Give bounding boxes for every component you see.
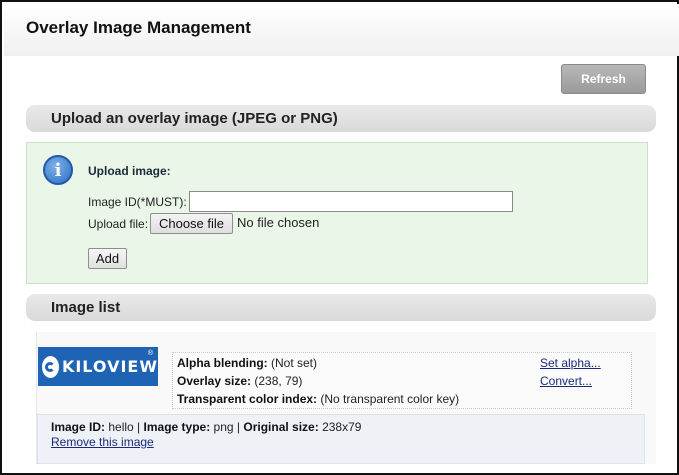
image-detail-line: Image ID: hello | Image type: png | Orig… — [51, 420, 361, 434]
upload-section-header: Upload an overlay image (JPEG or PNG) — [26, 105, 656, 132]
image-properties: Alpha blending: (Not set) Overlay size: … — [172, 352, 632, 409]
original-size-value: 238x79 — [322, 420, 362, 434]
overlay-size-value: (238, 79) — [254, 374, 303, 388]
image-list-title: Image list — [51, 299, 121, 316]
app-window: Overlay Image Management Refresh Upload … — [0, 0, 679, 475]
separator: | — [133, 420, 144, 434]
image-id-detail-label: Image ID: — [51, 420, 106, 434]
transparent-color-row: Transparent color index: (No transparent… — [177, 392, 459, 406]
transparent-color-label: Transparent color index: — [177, 392, 318, 406]
image-details: Image ID: hello | Image type: png | Orig… — [37, 414, 645, 464]
choose-file-button[interactable]: Choose file — [150, 213, 233, 234]
overlay-size-row: Overlay size: (238, 79) — [177, 374, 302, 388]
image-type-label: Image type: — [143, 420, 211, 434]
image-id-detail-value: hello — [108, 420, 134, 434]
upload-panel: i Upload image: Image ID(*MUST): Upload … — [26, 142, 648, 284]
kiloview-logo-icon — [42, 355, 59, 378]
add-button[interactable]: Add — [88, 248, 127, 269]
overlay-image-thumbnail: KILOVIEW ® — [38, 347, 158, 386]
alpha-blending-value: (Not set) — [271, 356, 318, 370]
title-bar: Overlay Image Management — [4, 4, 679, 56]
separator: | — [233, 420, 244, 434]
alpha-blending-row: Alpha blending: (Not set) — [177, 356, 317, 370]
image-id-label: Image ID(*MUST): — [88, 195, 187, 209]
convert-link[interactable]: Convert... — [540, 374, 592, 388]
transparent-color-value: (No transparent color key) — [320, 392, 460, 406]
remove-image-link[interactable]: Remove this image — [51, 435, 154, 449]
info-icon: i — [43, 155, 73, 185]
image-list-header: Image list — [26, 294, 656, 321]
logo-text: KILOVIEW — [61, 357, 158, 376]
image-list-item: KILOVIEW ® Alpha blending: (Not set) Ove… — [36, 332, 656, 464]
upload-file-label: Upload file: — [88, 217, 149, 231]
page-title: Overlay Image Management — [26, 18, 251, 37]
image-id-input[interactable] — [189, 191, 513, 212]
alpha-blending-label: Alpha blending: — [177, 356, 268, 370]
no-file-chosen-text: No file chosen — [237, 215, 320, 230]
upload-heading: Upload image: — [88, 164, 171, 178]
image-type-value: png — [213, 420, 234, 434]
set-alpha-link[interactable]: Set alpha... — [540, 356, 601, 370]
refresh-button[interactable]: Refresh — [561, 64, 646, 94]
logo-registered-mark: ® — [147, 350, 153, 357]
original-size-label: Original size: — [243, 420, 319, 434]
upload-section-title: Upload an overlay image (JPEG or PNG) — [51, 110, 338, 127]
overlay-size-label: Overlay size: — [177, 374, 252, 388]
